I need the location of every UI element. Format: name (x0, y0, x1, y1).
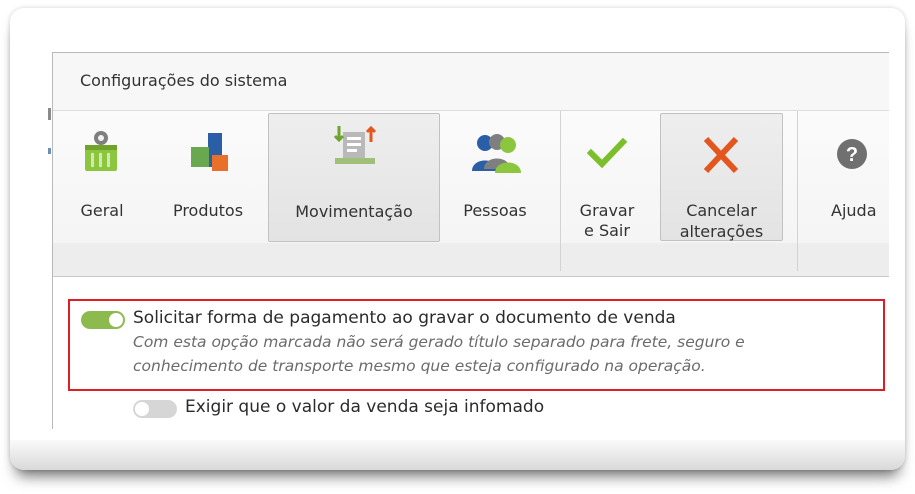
ribbon-button-label: Geral (80, 201, 124, 220)
ribbon-button-label: Movimentação (295, 202, 413, 221)
option-description: Com esta opção marcada não será gerado t… (133, 333, 745, 351)
ribbon-button-pessoas[interactable]: Pessoas (450, 123, 540, 233)
settings-window: Configurações do sistema Geral Produtos (52, 52, 889, 429)
ribbon-button-geral[interactable]: Geral (73, 123, 131, 233)
general-settings-icon (85, 131, 117, 171)
ribbon-button-gravar-e-sair[interactable]: Gravar e Sair (573, 123, 641, 243)
background-window-edge (48, 108, 51, 428)
ribbon-group-separator (560, 111, 561, 271)
ribbon-footer (53, 243, 889, 278)
help-icon: ? (837, 139, 867, 169)
ribbon-button-produtos[interactable]: Produtos (159, 123, 257, 233)
window-title: Configurações do sistema (80, 71, 288, 90)
ribbon-button-label: Produtos (172, 201, 244, 220)
movement-icon (333, 125, 377, 164)
ribbon-button-label: Cancelar (686, 201, 757, 220)
option-label: Exigir que o valor da venda seja infomad… (185, 397, 545, 417)
people-icon (472, 134, 521, 173)
ribbon-button-ajuda[interactable]: ? Ajuda (815, 123, 889, 233)
close-icon (703, 136, 739, 174)
ribbon-button-cancelar-alteracoes[interactable]: Cancelar alterações (660, 113, 783, 241)
ribbon-button-label: alterações (679, 222, 764, 241)
option-description: conhecimento de transporte mesmo que est… (133, 357, 706, 375)
toggle-knob (135, 402, 149, 416)
card-bottom-shadow (10, 440, 905, 470)
ribbon-button-label: Pessoas (463, 201, 527, 220)
ribbon-button-label: Ajuda (831, 201, 877, 220)
check-icon (587, 137, 627, 169)
toggle-knob (109, 313, 123, 327)
title-bar: Configurações do sistema (53, 53, 889, 111)
ribbon-button-label: e Sair (584, 221, 630, 240)
option-label: Solicitar forma de pagamento ao gravar o… (133, 308, 676, 328)
options-panel: Solicitar forma de pagamento ao gravar o… (53, 277, 889, 429)
require-sale-value-toggle[interactable] (133, 400, 177, 418)
products-icon (191, 133, 228, 171)
payment-request-toggle[interactable] (81, 311, 125, 329)
ribbon-group-separator (797, 111, 798, 271)
ribbon-button-movimentacao[interactable]: Movimentação (268, 113, 440, 242)
ribbon-button-label: Gravar (579, 201, 635, 220)
svg-text:?: ? (846, 144, 858, 166)
